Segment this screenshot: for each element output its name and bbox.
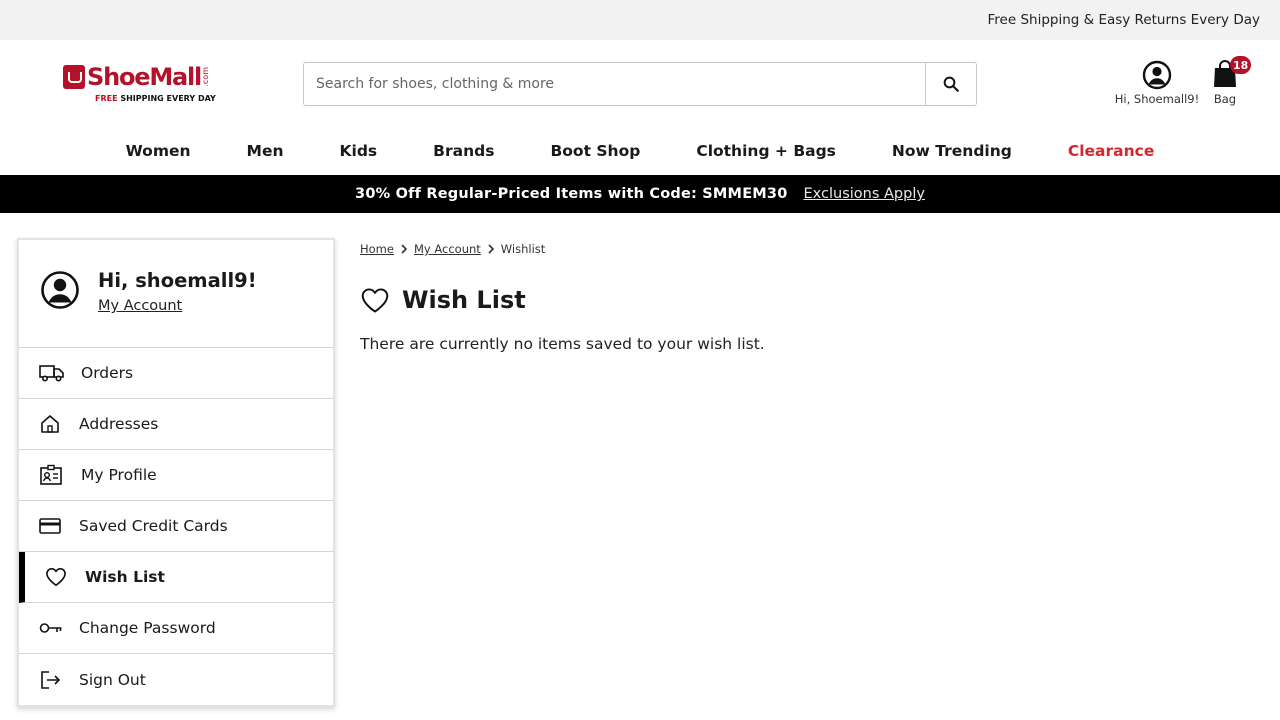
nav-women[interactable]: Women: [98, 128, 219, 175]
account-sidebar: Hi, shoemall9! My Account Orders Address…: [17, 238, 335, 707]
bag-label: Bag: [1213, 92, 1237, 106]
wish-list-content: Home My Account Wishlist Wish List There…: [360, 241, 765, 353]
logo-dotcom: .com: [201, 67, 211, 87]
sidebar-item-saved-credit-cards[interactable]: Saved Credit Cards: [19, 501, 333, 552]
bag-button[interactable]: 18 Bag: [1206, 56, 1252, 106]
account-page: Hi, shoemall9! My Account Orders Address…: [0, 213, 1280, 720]
account-label: Hi, Shoemall9!: [1114, 92, 1200, 106]
sidebar-item-wish-list[interactable]: Wish List: [19, 552, 333, 603]
page-title: Wish List: [360, 283, 765, 317]
promo-banner: 30% Off Regular-Priced Items with Code: …: [0, 175, 1280, 213]
sidebar-item-label: Wish List: [85, 568, 165, 586]
nav-boot-shop[interactable]: Boot Shop: [522, 128, 668, 175]
account-menu[interactable]: Hi, Shoemall9!: [1108, 60, 1206, 106]
site-header: ShoeMall .com FREE SHIPPING EVERY DAY Hi…: [0, 40, 1280, 128]
heart-icon: [361, 287, 389, 313]
breadcrumb-home[interactable]: Home: [360, 242, 394, 256]
sidebar-item-my-profile[interactable]: My Profile: [19, 450, 333, 501]
sidebar-item-addresses[interactable]: Addresses: [19, 399, 333, 450]
search-icon: [943, 76, 959, 92]
shipping-banner: Free Shipping & Easy Returns Every Day: [0, 0, 1280, 40]
logo-name: ShoeMall: [87, 63, 202, 91]
credit-card-icon: [39, 501, 61, 551]
page-title-text: Wish List: [402, 286, 526, 314]
sidebar-item-change-password[interactable]: Change Password: [19, 603, 333, 654]
nav-kids[interactable]: Kids: [312, 128, 406, 175]
search-bar: [303, 62, 977, 106]
shoemall-logo[interactable]: ShoeMall .com FREE SHIPPING EVERY DAY: [63, 64, 223, 108]
nav-now-trending[interactable]: Now Trending: [864, 128, 1040, 175]
key-icon: [39, 603, 63, 653]
nav-clearance[interactable]: Clearance: [1040, 128, 1183, 175]
greeting-text: Hi, shoemall9!: [98, 269, 257, 292]
search-input[interactable]: [304, 63, 925, 105]
nav-clothing-bags[interactable]: Clothing + Bags: [668, 128, 864, 175]
exclusions-link[interactable]: Exclusions Apply: [804, 186, 925, 202]
id-card-icon: [39, 450, 63, 500]
breadcrumb-my-account[interactable]: My Account: [414, 242, 481, 256]
search-button[interactable]: [925, 63, 976, 105]
main-navigation: Women Men Kids Brands Boot Shop Clothing…: [0, 128, 1280, 175]
promo-text: 30% Off Regular-Priced Items with Code: …: [355, 186, 788, 202]
sidebar-item-label: Addresses: [79, 415, 159, 433]
breadcrumb-current: Wishlist: [500, 242, 546, 256]
sidebar-item-label: Change Password: [79, 619, 216, 637]
nav-brands[interactable]: Brands: [405, 128, 522, 175]
sign-out-icon: [39, 654, 61, 705]
sidebar-item-sign-out[interactable]: Sign Out: [19, 654, 333, 705]
user-avatar-icon: [41, 271, 79, 309]
sidebar-item-orders[interactable]: Orders: [19, 348, 333, 399]
chevron-right-icon: [487, 244, 495, 254]
sidebar-item-label: Sign Out: [79, 670, 146, 689]
home-icon: [39, 399, 61, 449]
user-circle-icon: [1142, 60, 1172, 90]
sidebar-item-label: Orders: [81, 364, 134, 382]
my-account-link[interactable]: My Account: [98, 298, 182, 314]
shoe-bag-icon: [63, 65, 85, 89]
chevron-right-icon: [400, 244, 408, 254]
nav-men[interactable]: Men: [219, 128, 312, 175]
heart-icon: [45, 552, 67, 602]
shipping-banner-text: Free Shipping & Easy Returns Every Day: [987, 12, 1261, 28]
empty-wishlist-message: There are currently no items saved to yo…: [360, 335, 765, 353]
account-greeting: Hi, shoemall9! My Account: [19, 240, 333, 348]
breadcrumb: Home My Account Wishlist: [360, 241, 765, 257]
sidebar-item-label: Saved Credit Cards: [79, 517, 228, 535]
truck-icon: [39, 348, 65, 398]
logo-tagline: FREE SHIPPING EVERY DAY: [95, 94, 216, 103]
sidebar-item-label: My Profile: [81, 466, 157, 484]
bag-count-badge: 18: [1230, 56, 1252, 74]
